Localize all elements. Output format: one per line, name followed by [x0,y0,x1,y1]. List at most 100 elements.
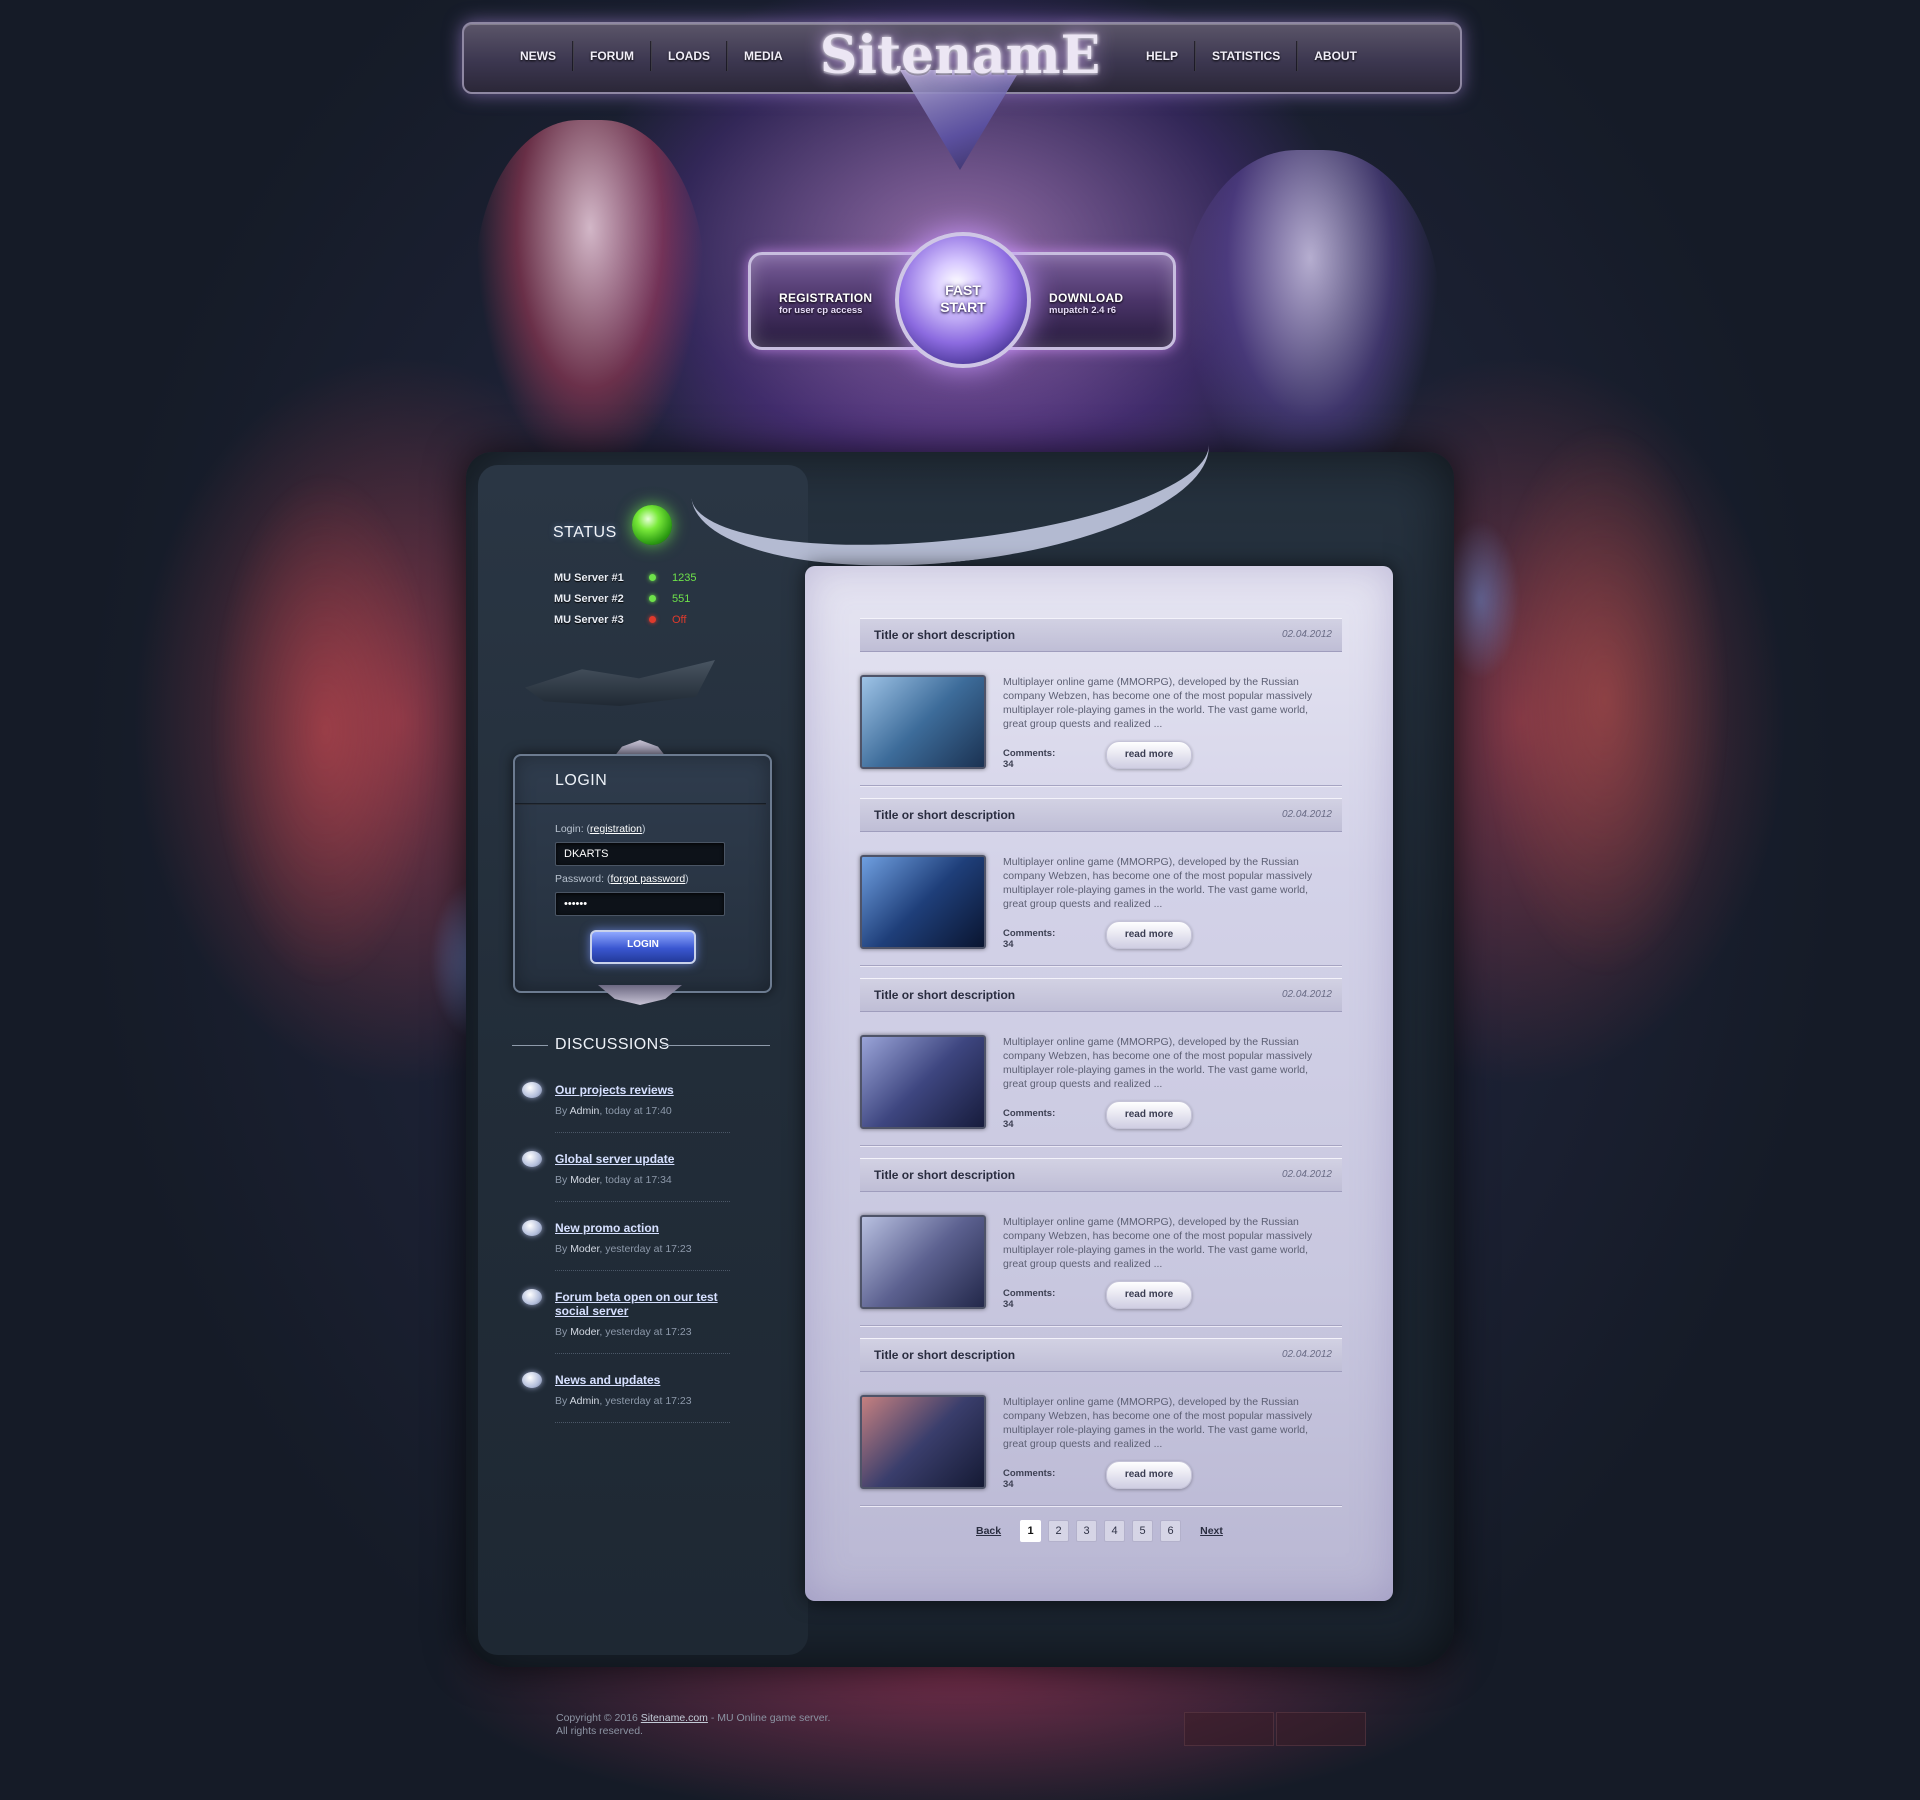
by-label: By [555,1326,568,1338]
discussion-title-link[interactable]: New promo action [555,1221,725,1235]
chat-bubble-icon [522,1082,542,1098]
discussion-divider [555,1132,730,1134]
discussion-meta: By Moder, yesterday at 17:23 [555,1326,692,1338]
post-thumbnail[interactable] [860,1215,986,1309]
footer-copyright: Copyright © 2016 Sitename.com - MU Onlin… [556,1712,830,1738]
registration-title: REGISTRATION [779,291,873,305]
footer-site-link[interactable]: Sitename.com [641,1712,708,1724]
discussion-author[interactable]: Moder [570,1326,599,1338]
by-label: By [555,1105,568,1117]
download-subtitle: mupatch 2.4 r6 [1049,305,1117,316]
nav-statistics[interactable]: STATISTICS [1212,49,1280,63]
discussion-meta: By Moder, today at 17:34 [555,1174,672,1186]
login-divider [515,803,766,805]
post-comments-count[interactable]: Comments: 34 [1003,1468,1055,1490]
login-button[interactable]: LOGIN [590,930,696,964]
post-title[interactable]: Title or short description [874,988,1015,1002]
post-thumbnail[interactable] [860,675,986,769]
fast-start-orb-button[interactable]: FAST START [895,232,1031,368]
list-item: Global server update By Moder, today at … [520,1149,730,1218]
footer-counter-badge[interactable] [1184,1712,1274,1746]
fast-start-label-line2: START [940,299,986,315]
server-name: MU Server #1 [554,571,624,584]
nav-news[interactable]: NEWS [520,49,556,63]
page-number[interactable]: 4 [1104,1520,1126,1542]
post-thumbnail[interactable] [860,1395,986,1489]
pagination: Back 1 2 3 4 5 6 Next [976,1520,1223,1542]
post-comments-count[interactable]: Comments: 34 [1003,748,1055,770]
discussion-title-link[interactable]: Forum beta open on our test social serve… [555,1290,725,1318]
server-row: MU Server #1 1235 [554,567,696,588]
login-input[interactable] [555,842,725,866]
password-input[interactable] [555,892,725,916]
pagination-back-link[interactable]: Back [976,1525,1001,1537]
discussion-meta: By Admin, yesterday at 17:23 [555,1395,692,1407]
login-heading: LOGIN [555,772,608,789]
page-number[interactable]: 3 [1076,1520,1098,1542]
discussion-author[interactable]: Admin [570,1105,600,1117]
discussion-time: yesterday at 17:23 [605,1326,692,1338]
server-name: MU Server #3 [554,613,624,626]
list-item: Forum beta open on our test social serve… [520,1287,730,1370]
discussion-title-link[interactable]: News and updates [555,1373,725,1387]
post-comments-count[interactable]: Comments: 34 [1003,928,1055,950]
nav-divider [1296,41,1299,71]
post-title[interactable]: Title or short description [874,1348,1015,1362]
read-more-button[interactable]: read more [1106,921,1192,949]
character-angel-left [475,120,705,480]
chat-bubble-icon [522,1289,542,1305]
server-list: MU Server #1 1235 MU Server #2 551 MU Se… [554,567,696,630]
discussion-title-link[interactable]: Global server update [555,1152,725,1166]
registration-link[interactable]: registration [590,823,642,835]
chat-bubble-icon [522,1151,542,1167]
page-number[interactable]: 1 [1020,1520,1042,1542]
post-header: Title or short description 02.04.2012 [860,798,1342,832]
forgot-password-link[interactable]: forgot password [610,873,685,885]
login-label: Login: [555,823,584,835]
chat-bubble-icon [522,1220,542,1236]
discussion-author[interactable]: Admin [570,1395,600,1407]
post-header: Title or short description 02.04.2012 [860,1338,1342,1372]
server-online-count: 551 [672,592,691,605]
post-date: 02.04.2012 [1281,989,1332,1000]
post-title[interactable]: Title or short description [874,1168,1015,1182]
discussion-title-link[interactable]: Our projects reviews [555,1083,725,1097]
footer-counter-badge[interactable] [1276,1712,1366,1746]
post-header: Title or short description 02.04.2012 [860,1158,1342,1192]
nav-help[interactable]: HELP [1146,49,1178,63]
post-excerpt: Multiplayer online game (MMORPG), develo… [1003,1036,1313,1090]
nav-divider [650,41,652,71]
post-title[interactable]: Title or short description [874,808,1015,822]
page-number[interactable]: 2 [1048,1520,1070,1542]
post-comments-count[interactable]: Comments: 34 [1003,1288,1055,1310]
page-number[interactable]: 5 [1132,1520,1154,1542]
discussion-author[interactable]: Moder [570,1243,599,1255]
nav-loads[interactable]: LOADS [668,49,710,63]
discussion-time: today at 17:34 [605,1174,672,1186]
post-title[interactable]: Title or short description [874,628,1015,642]
post-thumbnail[interactable] [860,1035,986,1129]
list-item: News and updates By Admin, yesterday at … [520,1370,730,1439]
post-divider [860,785,1342,787]
offline-dot-icon [649,616,656,623]
post-thumbnail[interactable] [860,855,986,949]
site-logo[interactable]: SitenamE [800,16,1120,96]
nav-forum[interactable]: FORUM [590,49,634,63]
read-more-button[interactable]: read more [1106,1281,1192,1309]
pagination-next-link[interactable]: Next [1200,1525,1223,1537]
post-divider [860,1325,1342,1327]
fire-flare-right [1480,420,1730,980]
password-label-row: Password: (forgot password) [555,873,689,885]
read-more-button[interactable]: read more [1106,1461,1192,1489]
read-more-button[interactable]: read more [1106,741,1192,769]
discussion-author[interactable]: Moder [570,1174,599,1186]
post-comments-count[interactable]: Comments: 34 [1003,1108,1055,1130]
read-more-button[interactable]: read more [1106,1101,1192,1129]
nav-about[interactable]: ABOUT [1314,49,1357,63]
rights-text: All rights reserved. [556,1725,643,1737]
page-number[interactable]: 6 [1160,1520,1182,1542]
nav-media[interactable]: MEDIA [744,49,783,63]
post-header: Title or short description 02.04.2012 [860,618,1342,652]
post-header: Title or short description 02.04.2012 [860,978,1342,1012]
nav-left: NEWS FORUM LOADS MEDIA [520,22,783,90]
